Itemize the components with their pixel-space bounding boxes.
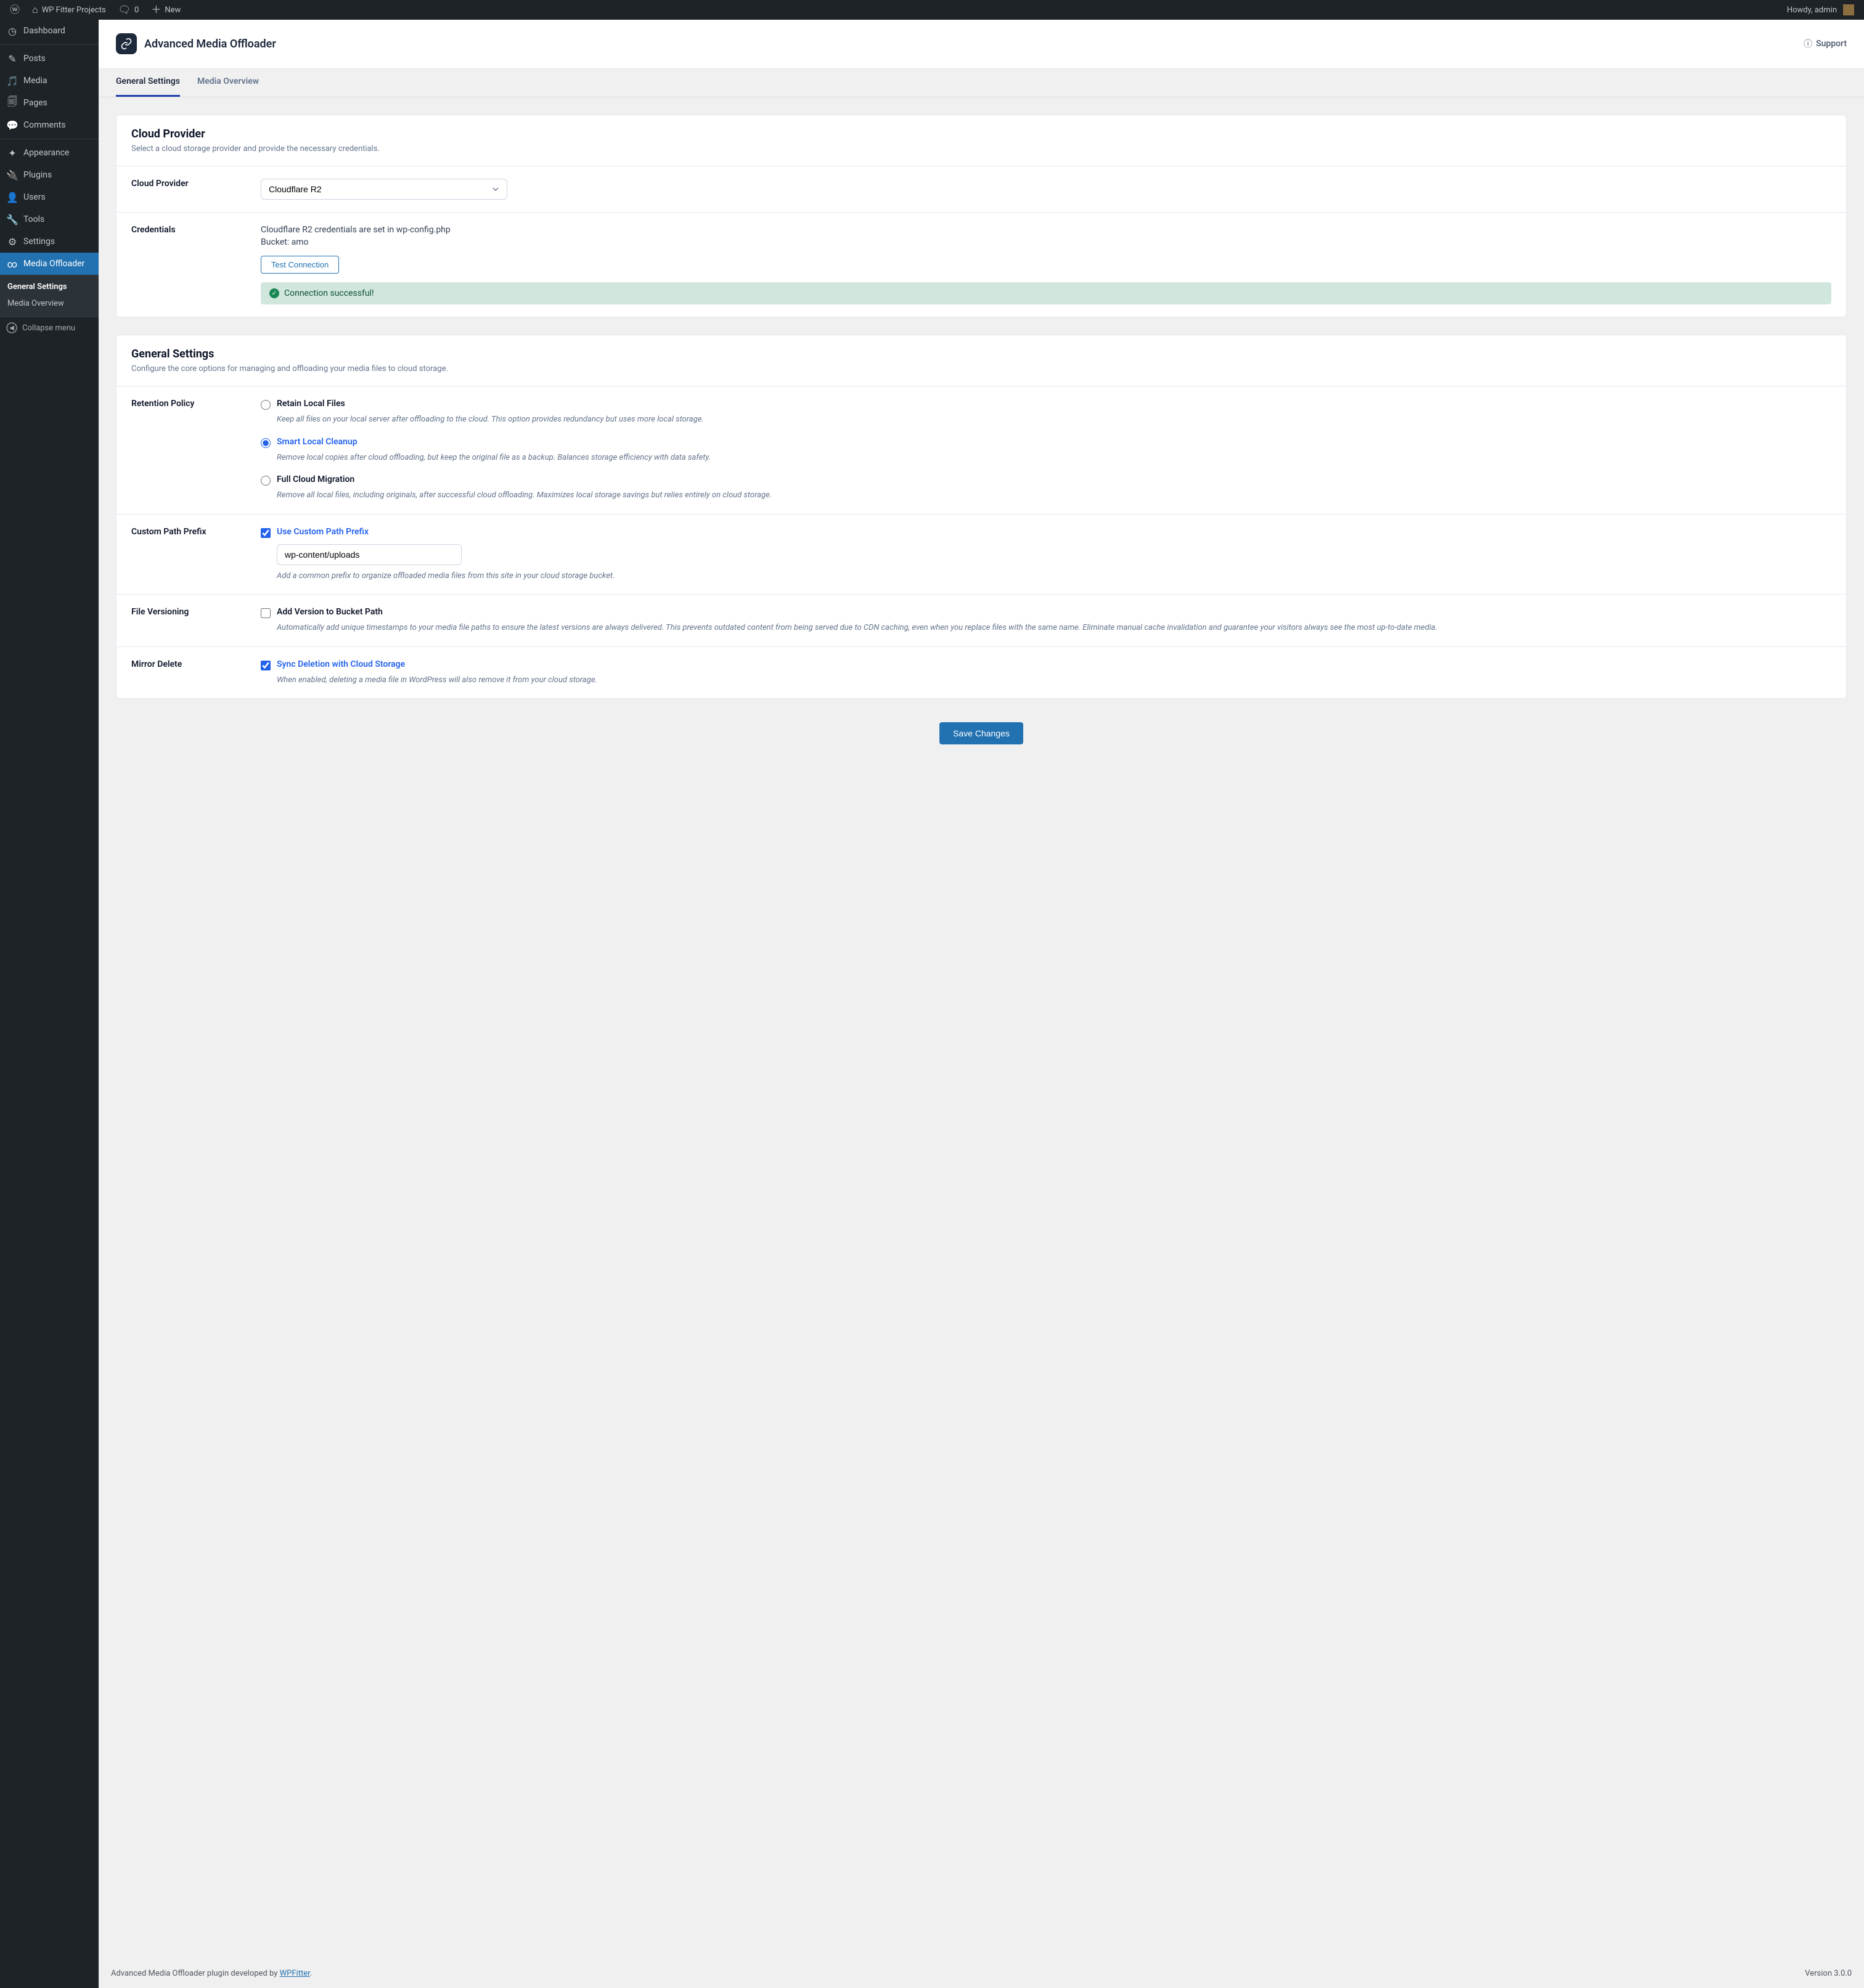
page-header: Advanced Media Offloader ⓘ Support <box>99 20 1864 68</box>
offloader-icon: ∞ <box>6 258 18 270</box>
retention-retain[interactable]: Retain Local Files <box>261 399 1831 410</box>
footer-text-post: . <box>310 1969 312 1978</box>
footer-version: Version 3.0.0 <box>1805 1969 1852 1978</box>
version-label: File Versioning <box>131 607 261 634</box>
menu-pages[interactable]: 🗐Pages <box>0 92 99 114</box>
tools-icon: 🔧 <box>6 213 18 226</box>
mirror-label: Mirror Delete <box>131 659 261 686</box>
page-title: Advanced Media Offloader <box>144 38 276 51</box>
prefix-label: Custom Path Prefix <box>131 527 261 582</box>
retention-retain-desc: Keep all files on your local server afte… <box>277 413 1831 426</box>
howdy-text: Howdy, admin <box>1787 6 1837 15</box>
test-connection-button[interactable]: Test Connection <box>261 256 339 274</box>
general-subheading: Configure the core options for managing … <box>131 364 1831 373</box>
collapse-menu[interactable]: ◀Collapse menu <box>0 317 99 338</box>
retention-label: Retention Policy <box>131 399 261 502</box>
menu-media-offloader[interactable]: ∞Media Offloader <box>0 253 99 275</box>
tab-media-overview[interactable]: Media Overview <box>197 68 259 97</box>
cloud-provider-card: Cloud Provider Select a cloud storage pr… <box>116 115 1847 317</box>
home-icon: ⌂ <box>32 5 38 15</box>
retention-retain-radio[interactable] <box>261 400 271 410</box>
posts-icon: ✎ <box>6 52 18 65</box>
admin-sidebar: ◷Dashboard ✎Posts 🎵Media 🗐Pages 💬Comment… <box>0 20 99 1988</box>
retention-full-radio[interactable] <box>261 476 271 486</box>
admin-bar: ⓦ ⌂ WP Fitter Projects 🗨0 ＋ New Howdy, adm… <box>0 0 1864 20</box>
help-icon: ⓘ <box>1804 38 1812 50</box>
comments-icon: 💬 <box>6 119 18 131</box>
comments-link[interactable]: 🗨0 <box>113 0 144 20</box>
mirror-desc: When enabled, deleting a media file in W… <box>277 674 1831 686</box>
general-settings-card: General Settings Configure the core opti… <box>116 335 1847 699</box>
menu-media[interactable]: 🎵Media <box>0 70 99 92</box>
menu-posts[interactable]: ✎Posts <box>0 47 99 70</box>
retention-smart-desc: Remove local copies after cloud offloadi… <box>277 452 1831 464</box>
check-icon: ✓ <box>269 288 279 298</box>
pages-icon: 🗐 <box>6 97 18 109</box>
media-icon: 🎵 <box>6 75 18 87</box>
submenu-media-overview[interactable]: Media Overview <box>0 295 99 312</box>
submenu-general-settings[interactable]: General Settings <box>0 279 99 295</box>
credentials-label: Credentials <box>131 225 261 304</box>
site-link[interactable]: ⌂ WP Fitter Projects <box>27 0 111 20</box>
cloud-provider-select[interactable]: Cloudflare R2 <box>261 179 507 200</box>
cred-line-1: Cloudflare R2 credentials are set in wp-… <box>261 225 1831 235</box>
plugins-icon: 🔌 <box>6 169 18 181</box>
save-changes-button[interactable]: Save Changes <box>939 722 1023 744</box>
prefix-check-row[interactable]: Use Custom Path Prefix <box>261 527 1831 538</box>
menu-users[interactable]: 👤Users <box>0 186 99 208</box>
mirror-checkbox[interactable] <box>261 661 271 670</box>
plus-icon: ＋ <box>151 5 161 15</box>
new-link[interactable]: ＋ New <box>146 0 186 20</box>
menu-settings[interactable]: ⚙Settings <box>0 230 99 253</box>
mirror-check-row[interactable]: Sync Deletion with Cloud Storage <box>261 659 1831 670</box>
version-checkbox[interactable] <box>261 608 271 618</box>
link-icon <box>120 38 133 50</box>
account-link[interactable]: Howdy, admin <box>1782 0 1859 20</box>
collapse-icon: ◀ <box>6 322 17 333</box>
general-heading: General Settings <box>131 348 1831 361</box>
version-desc: Automatically add unique timestamps to y… <box>277 622 1831 634</box>
cloud-heading: Cloud Provider <box>131 128 1831 141</box>
menu-plugins[interactable]: 🔌Plugins <box>0 164 99 186</box>
submenu: General Settings Media Overview <box>0 275 99 317</box>
cloud-subheading: Select a cloud storage provider and prov… <box>131 144 1831 153</box>
settings-icon: ⚙ <box>6 235 18 248</box>
support-link[interactable]: ⓘ Support <box>1804 38 1847 50</box>
cloud-provider-label: Cloud Provider <box>131 179 261 200</box>
connection-success-alert: ✓ Connection successful! <box>261 282 1831 304</box>
site-title: WP Fitter Projects <box>42 6 106 15</box>
footer: Advanced Media Offloader plugin develope… <box>99 1959 1864 1988</box>
menu-dashboard[interactable]: ◷Dashboard <box>0 20 99 42</box>
dashboard-icon: ◷ <box>6 25 18 37</box>
retention-full[interactable]: Full Cloud Migration <box>261 475 1831 486</box>
content: Advanced Media Offloader ⓘ Support Gener… <box>99 20 1864 1988</box>
comment-count: 0 <box>134 6 139 15</box>
prefix-input[interactable] <box>277 544 462 565</box>
footer-link[interactable]: WPFitter <box>280 1969 310 1978</box>
wordpress-icon: ⓦ <box>10 5 20 15</box>
prefix-desc: Add a common prefix to organize offloade… <box>277 570 1831 582</box>
retention-smart-radio[interactable] <box>261 438 271 448</box>
cred-line-2: Bucket: amo <box>261 237 1831 247</box>
avatar <box>1843 4 1854 15</box>
users-icon: 👤 <box>6 191 18 203</box>
menu-comments[interactable]: 💬Comments <box>0 114 99 136</box>
version-check-row[interactable]: Add Version to Bucket Path <box>261 607 1831 618</box>
tab-general-settings[interactable]: General Settings <box>116 68 180 97</box>
menu-appearance[interactable]: ✦Appearance <box>0 142 99 164</box>
retention-full-desc: Remove all local files, including origin… <box>277 489 1831 502</box>
app-logo <box>116 33 137 54</box>
comment-icon: 🗨 <box>118 5 131 15</box>
retention-smart[interactable]: Smart Local Cleanup <box>261 437 1831 448</box>
footer-text-pre: Advanced Media Offloader plugin develope… <box>111 1969 280 1978</box>
new-label: New <box>165 6 181 15</box>
menu-tools[interactable]: 🔧Tools <box>0 208 99 230</box>
prefix-checkbox[interactable] <box>261 528 271 538</box>
appearance-icon: ✦ <box>6 147 18 159</box>
tabs: General Settings Media Overview <box>99 68 1864 97</box>
wp-logo[interactable]: ⓦ <box>5 0 25 20</box>
